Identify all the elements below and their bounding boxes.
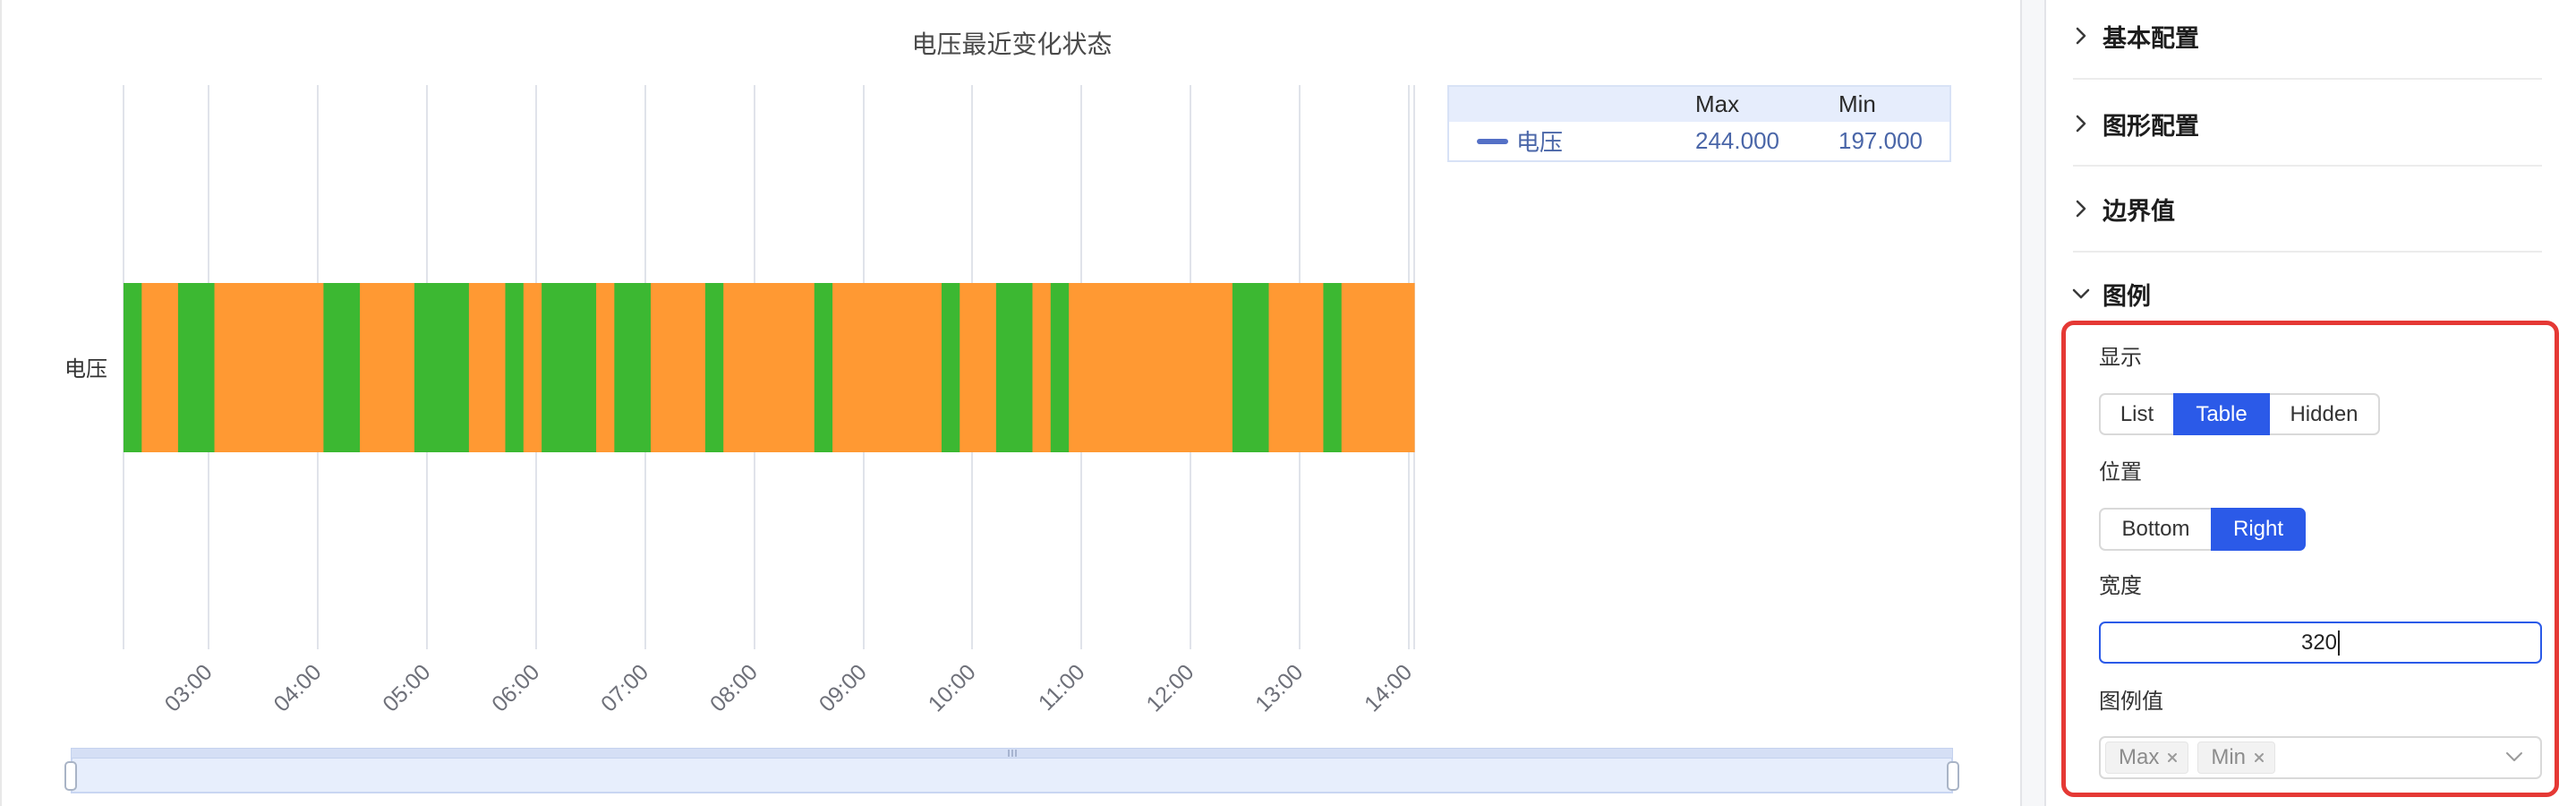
legend-position-selector: Bottom Right — [2099, 508, 2306, 551]
legend-row[interactable]: 电压 244.000 197.000 — [1449, 122, 1949, 160]
legend-series-name: 电压 — [1516, 129, 1564, 156]
state-segment — [1341, 283, 1415, 452]
chart-panel: 电压最近变化状态 03:00 04:00 05:00 06:00 07:00 08:00 0… — [0, 0, 2020, 806]
x-tick-label: 04:00 — [269, 659, 327, 716]
x-tick-label: 10:00 — [924, 659, 981, 716]
x-tick-label: 08:00 — [705, 659, 763, 716]
legend-header-min: Min — [1838, 90, 1876, 117]
display-option-hidden[interactable]: Hidden — [2268, 393, 2380, 435]
section-divider — [2073, 78, 2542, 80]
state-segment — [1069, 283, 1233, 452]
display-label: 显示 — [2099, 346, 2142, 370]
state-segment — [523, 283, 542, 452]
section-legend[interactable]: 图例 — [2071, 269, 2542, 319]
section-label: 基本配置 — [2103, 24, 2199, 52]
chevron-down-icon[interactable] — [2505, 751, 2523, 762]
text-caret — [2338, 630, 2341, 656]
section-graphic-config[interactable]: 图形配置 — [2071, 99, 2542, 149]
x-tick-label: 05:00 — [378, 659, 435, 716]
state-segment — [704, 283, 724, 452]
state-segment — [414, 283, 470, 452]
state-segment — [1032, 283, 1052, 452]
legend-header-row: Max Min — [1449, 87, 1949, 122]
zoom-drag-bar[interactable] — [71, 748, 1953, 759]
zoom-selected-range[interactable] — [71, 759, 1953, 793]
legend-max-value: 244.000 — [1695, 127, 1779, 154]
state-segment — [542, 283, 597, 452]
x-tick-label: 06:00 — [487, 659, 544, 716]
position-option-bottom[interactable]: Bottom — [2099, 508, 2213, 551]
state-segment — [141, 283, 179, 452]
state-segment — [323, 283, 361, 452]
close-icon[interactable] — [2166, 751, 2179, 764]
y-category-label: 电压 — [64, 357, 107, 382]
chevron-right-icon — [2071, 25, 2091, 47]
position-label: 位置 — [2099, 460, 2142, 484]
display-option-table[interactable]: Table — [2173, 393, 2270, 435]
state-segment — [124, 283, 142, 452]
width-label: 宽度 — [2099, 574, 2142, 598]
state-segment — [1232, 283, 1270, 452]
highlight-frame — [2061, 321, 2559, 797]
legend-min-value: 197.000 — [1838, 127, 1923, 154]
tag-max: Max — [2105, 742, 2189, 774]
state-segment — [360, 283, 415, 452]
section-divider — [2073, 251, 2542, 253]
chevron-right-icon — [2071, 113, 2091, 134]
state-segment — [723, 283, 815, 452]
x-tick-label: 14:00 — [1360, 659, 1417, 716]
zoom-end-handle[interactable] — [1947, 761, 1959, 791]
x-tick-label: 07:00 — [596, 659, 653, 716]
section-label: 边界值 — [2103, 197, 2175, 225]
x-tick-label: 13:00 — [1250, 659, 1308, 716]
legend-header-max: Max — [1695, 90, 1740, 117]
chevron-down-icon — [2071, 283, 2091, 304]
tag-label: Min — [2211, 745, 2247, 769]
section-basic-config[interactable]: 基本配置 — [2071, 11, 2542, 61]
grip-icon — [1007, 750, 1017, 757]
x-tick-label: 03:00 — [160, 659, 218, 716]
tag-label: Max — [2119, 745, 2160, 769]
legend-table: Max Min 电压 244.000 197.000 — [1447, 85, 1951, 162]
state-segment — [214, 283, 325, 452]
state-segment — [832, 283, 943, 452]
legend-display-selector: List Table Hidden — [2099, 393, 2380, 435]
legend-width-input[interactable]: 320 — [2099, 622, 2542, 664]
panel-splitter[interactable] — [2020, 0, 2046, 806]
legend-values-label: 图例值 — [2099, 690, 2163, 714]
section-label: 图例 — [2103, 282, 2151, 310]
state-segment — [1323, 283, 1343, 452]
close-icon[interactable] — [2253, 751, 2265, 764]
state-segment — [614, 283, 652, 452]
state-segment — [941, 283, 960, 452]
state-segment — [505, 283, 525, 452]
settings-panel: 基本配置 图形配置 边界值 图例 显示 List Table Hidden 位置… — [2046, 0, 2576, 806]
state-segment — [1268, 283, 1325, 452]
display-option-list[interactable]: List — [2099, 393, 2175, 435]
legend-values-select[interactable]: Max Min — [2099, 736, 2542, 779]
tag-min: Min — [2197, 742, 2276, 774]
position-option-right[interactable]: Right — [2211, 508, 2306, 551]
legend-series-cell[interactable]: 电压 — [1449, 122, 1686, 160]
x-tick-label: 12:00 — [1141, 659, 1198, 716]
state-segment — [814, 283, 833, 452]
section-boundary-values[interactable]: 边界值 — [2071, 184, 2542, 234]
chevron-right-icon — [2071, 198, 2091, 219]
legend-header-name-cell — [1449, 87, 1686, 122]
section-label: 图形配置 — [2103, 112, 2199, 140]
state-segment — [468, 283, 507, 452]
legend-line-swatch — [1477, 138, 1508, 144]
state-segment — [1050, 283, 1070, 452]
data-zoom-slider[interactable] — [64, 748, 1959, 793]
state-segment — [596, 283, 615, 452]
state-segment — [995, 283, 1034, 452]
state-segment — [960, 283, 997, 452]
x-tick-label: 11:00 — [1034, 659, 1090, 716]
state-segment — [177, 283, 216, 452]
x-tick-label: 09:00 — [815, 659, 872, 716]
zoom-start-handle[interactable] — [64, 761, 77, 791]
state-segment — [650, 283, 706, 452]
legend-width-value: 320 — [2300, 630, 2338, 655]
section-divider — [2073, 165, 2542, 167]
